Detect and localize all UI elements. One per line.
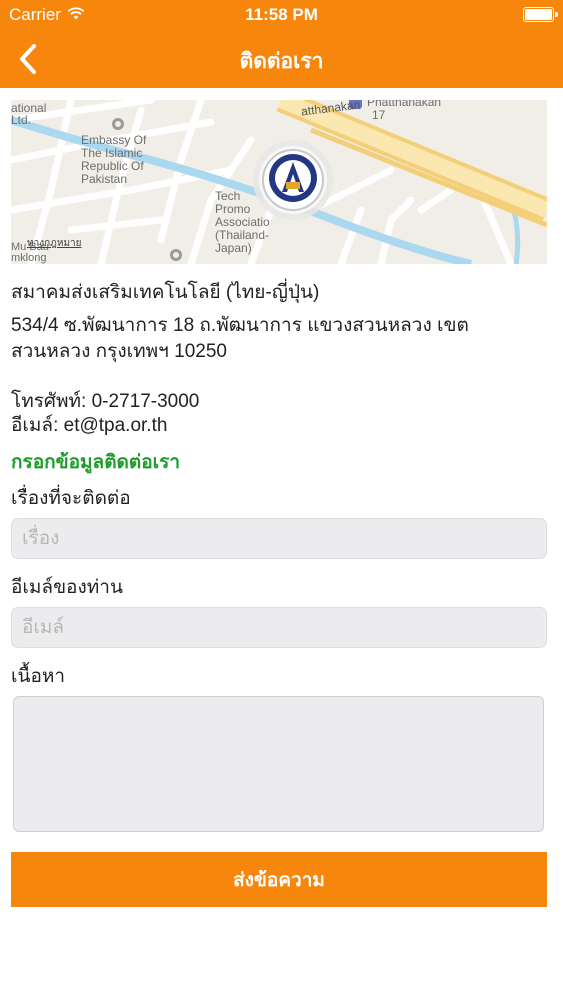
map-legal-link[interactable]: ทางกฎหมาย	[27, 236, 82, 251]
subject-input[interactable]	[11, 518, 547, 559]
map-label-ltd: Ltd.	[11, 113, 32, 127]
battery-icon	[523, 7, 558, 22]
message-textarea[interactable]	[13, 696, 544, 832]
send-message-button[interactable]: ส่งข้อความ	[11, 852, 547, 907]
organization-name: สมาคมส่งเสริมเทคโนโลยี (ไทย-ญี่ปุ่น)	[11, 282, 320, 303]
email-label: อีเมล์ของท่าน	[11, 577, 123, 598]
organization-address: 534/4 ซ.พัฒนาการ 18 ถ.พัฒนาการ แขวงสวนหล…	[11, 315, 469, 362]
location-map[interactable]: ational Ltd. atthanakan Phatthanakan 17 …	[11, 100, 547, 264]
status-time: 11:58 PM	[245, 5, 318, 24]
organization-email: อีเมล์: et@tpa.or.th	[11, 415, 168, 436]
page-title: ติดต่อเรา	[239, 50, 324, 73]
status-bar: Carrier 11:58 PM	[0, 0, 563, 30]
message-label: เนื้อหา	[11, 666, 66, 687]
nav-bar: ติดต่อเรา	[0, 30, 563, 88]
form-section-title: กรอกข้อมูลติดต่อเรา	[11, 452, 180, 473]
email-input[interactable]	[11, 607, 547, 648]
map-label-tech: Tech Promo Associatio (Thailand- Japan)	[215, 189, 270, 255]
subject-label: เรื่องที่จะติดต่อ	[11, 488, 131, 509]
map-label-embassy: Embassy Of The Islamic Republic Of Pakis…	[81, 133, 147, 186]
map-label-poi-number: 17	[372, 108, 386, 122]
